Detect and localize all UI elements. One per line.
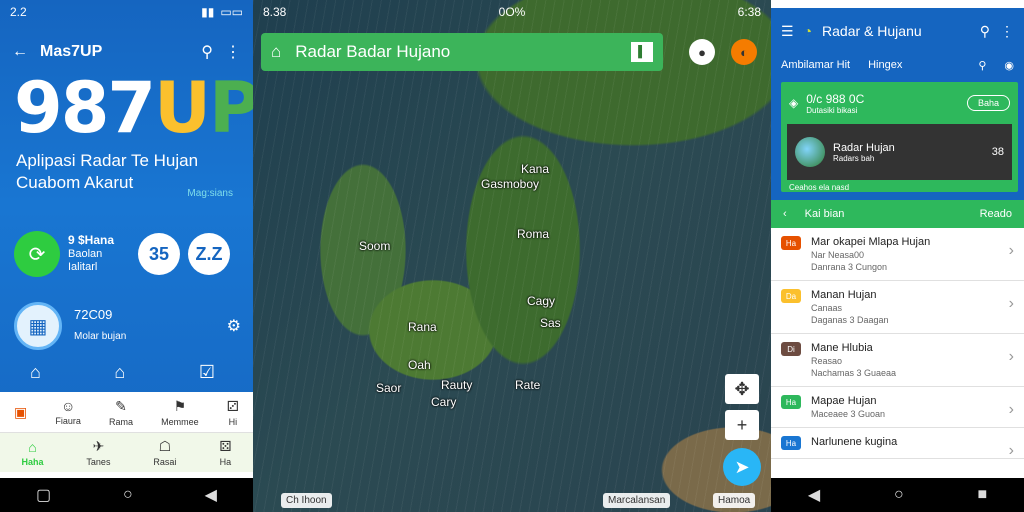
- rain-overlay: [253, 0, 771, 512]
- recents-icon[interactable]: ■: [977, 486, 987, 504]
- nav-item-2[interactable]: ✈ Tanes: [86, 438, 110, 467]
- map-search-bar[interactable]: ⌂ Radar Badar Hujano ▌: [261, 33, 663, 71]
- radar-icon[interactable]: ⟳: [14, 231, 60, 277]
- radar-item[interactable]: Radar Hujan Radars bah 38: [787, 124, 1012, 180]
- map-tag-2[interactable]: Hamoa: [713, 493, 756, 508]
- list-item[interactable]: Ha Narlunene kugina ›: [771, 428, 1024, 459]
- map-tag-1[interactable]: Marcalansan: [603, 493, 671, 508]
- stat-circle-1[interactable]: 35: [138, 233, 180, 275]
- more-vert-icon[interactable]: ⋮: [225, 42, 241, 62]
- menu-app-icon[interactable]: ▣: [14, 404, 27, 421]
- place-label: Cagy: [527, 294, 556, 308]
- nav-item-4[interactable]: ⚄ Ha: [219, 438, 231, 467]
- sub-header: Ambilamar Hit Hingex ⚲ ◉: [771, 46, 1024, 84]
- zoom-in-button[interactable]: +: [725, 410, 759, 440]
- home-icon[interactable]: ⌂: [271, 42, 281, 62]
- app-title: Radar & Hujanu: [822, 23, 922, 39]
- list-item[interactable]: Da Manan Hujan Canaas Daganas 3 Daagan ›: [771, 281, 1024, 334]
- info-value: 72C09: [74, 307, 113, 322]
- place-label: Rana: [408, 320, 437, 334]
- menu-icon[interactable]: ☰: [781, 23, 794, 40]
- list-item[interactable]: Ha Mar okapei Mlapa Hujan Nar Neasa00 Danr…: [771, 228, 1024, 281]
- chevron-right-icon: ›: [1008, 295, 1014, 312]
- locate-button[interactable]: ✥: [725, 374, 759, 404]
- status-time: 2.2: [10, 5, 27, 19]
- radar-badge-icon: ◈: [789, 96, 799, 110]
- place-label: Sas: [540, 316, 561, 330]
- radar-card: ◈ 0/c 988 0C Dutasiki bikasi Baha Radar …: [781, 82, 1018, 192]
- bookmark-icon[interactable]: ▌: [631, 42, 653, 62]
- place-label: Kana: [521, 162, 550, 176]
- app-title: Mas7UP: [40, 43, 103, 60]
- phone-screen-map: 8.38 0O% 6:38 ⌂ Radar Badar Hujano ▌ ● ◐…: [253, 0, 771, 512]
- back-arrow-icon[interactable]: ←: [12, 43, 28, 61]
- stats-row: ⟳ 9 $Hana Baolan Ialitarl 35 Z.Z: [14, 228, 241, 280]
- calendar-icon[interactable]: ☑: [199, 362, 215, 383]
- account-icon[interactable]: ◉: [1004, 59, 1014, 72]
- map-attribution: Ch Ihoon: [281, 493, 332, 508]
- card-action-button[interactable]: Baha: [966, 95, 1010, 111]
- info-row: ▦ 72C09 Molar bujan ⚙: [14, 302, 241, 350]
- place-label: Soom: [359, 239, 391, 253]
- home-button-icon[interactable]: ○: [894, 486, 904, 504]
- app-logo-icon: ◔: [803, 23, 813, 39]
- section-bar: ‹ Kai bian Reado: [771, 200, 1024, 228]
- chat-icon[interactable]: ●: [689, 39, 715, 65]
- grid-icon[interactable]: ▦: [14, 302, 62, 350]
- place-label: Roma: [517, 227, 550, 241]
- chevron-right-icon: ›: [1008, 242, 1014, 259]
- avatar[interactable]: ◐: [731, 39, 757, 65]
- chevron-right-icon: ›: [1008, 442, 1014, 459]
- tagline: Aplipasi Radar Te Hujan Cuabom Akarut: [16, 151, 199, 192]
- signal-icon: ▮▮: [201, 5, 215, 19]
- more-vert-icon[interactable]: ⋮: [1000, 23, 1014, 40]
- system-nav-bar: ◀ ○ ■: [771, 478, 1024, 512]
- place-label: Gasmoboy: [481, 177, 540, 191]
- menu-item-3[interactable]: ⚑ Memmee: [161, 398, 199, 427]
- home-icon[interactable]: ⌂: [30, 362, 41, 383]
- globe-icon: [795, 137, 825, 167]
- hujan-list: Ha Mar okapei Mlapa Hujan Nar Neasa00 Danr…: [771, 228, 1024, 459]
- place-label: Rate: [515, 378, 541, 392]
- place-label: Oah: [408, 358, 431, 372]
- settings-gear-icon[interactable]: ⚙: [227, 316, 241, 336]
- phone-screen-list: ☰ ◔ Radar & Hujanu ⚲ ⋮ Ambilamar Hit Hin…: [771, 0, 1024, 512]
- info-label: Molar bujan: [74, 331, 127, 342]
- navigate-fab[interactable]: ➤: [723, 448, 761, 486]
- back-triangle-icon[interactable]: ◀: [808, 485, 820, 505]
- stat-circle-2[interactable]: Z.Z: [188, 233, 230, 275]
- phone-screen-home: 2.2 ▮▮ ▭▭ ← Mas7UP ⚲ ⋮ 987UP Aplipasi Rad…: [0, 0, 253, 512]
- home-button-icon[interactable]: ○: [123, 486, 133, 504]
- search-label: Radar Badar Hujano: [295, 42, 451, 61]
- menu-item-2[interactable]: ✎ Rama: [109, 398, 133, 427]
- search-icon[interactable]: ⚲: [201, 42, 213, 62]
- system-nav-bar: ▢ ○ ◀: [0, 478, 253, 512]
- menu-item-1[interactable]: ☺ Fiaura: [55, 398, 81, 426]
- status-bar: 8.38 0O% 6:38: [263, 5, 761, 19]
- recents-icon[interactable]: ▢: [36, 485, 51, 505]
- status-bar: 2.2 ▮▮ ▭▭: [0, 0, 253, 24]
- chevron-right-icon: ›: [1008, 401, 1014, 418]
- nav-item-1[interactable]: ⌂ Haha: [21, 439, 43, 467]
- list-item[interactable]: Ha Mapae Hujan Maceaee 3 Guoan ›: [771, 387, 1024, 428]
- small-link[interactable]: Mag:sians: [187, 188, 233, 199]
- search-icon[interactable]: ⚲: [980, 23, 990, 40]
- back-chevron-icon[interactable]: ‹: [783, 208, 787, 220]
- place-label: Saor: [376, 381, 402, 395]
- search-icon[interactable]: ⚲: [978, 59, 986, 72]
- place-label: Rauty: [441, 378, 473, 392]
- back-triangle-icon[interactable]: ◀: [205, 485, 217, 505]
- nav-item-3[interactable]: ☖ Rasai: [153, 438, 176, 467]
- quick-icons: ⌂ ⌂ ☑: [30, 362, 215, 383]
- menu-item-4[interactable]: ⚂ Hi: [227, 398, 239, 427]
- place-label: Cary: [431, 395, 457, 409]
- battery-icon: ▭▭: [220, 5, 243, 19]
- list-item[interactable]: Di Mane Hlubia Reasao Nachamas 3 Guaeaa ›: [771, 334, 1024, 387]
- house-outline-icon[interactable]: ⌂: [114, 362, 125, 383]
- bottom-menu: ▣ ☺ Fiaura ✎ Rama ⚑ Memmee ⚂ Hi ⌂ Haha ✈ Tanes…: [0, 392, 253, 478]
- hero-logo: 987UP: [14, 67, 253, 149]
- chevron-right-icon: ›: [1008, 348, 1014, 365]
